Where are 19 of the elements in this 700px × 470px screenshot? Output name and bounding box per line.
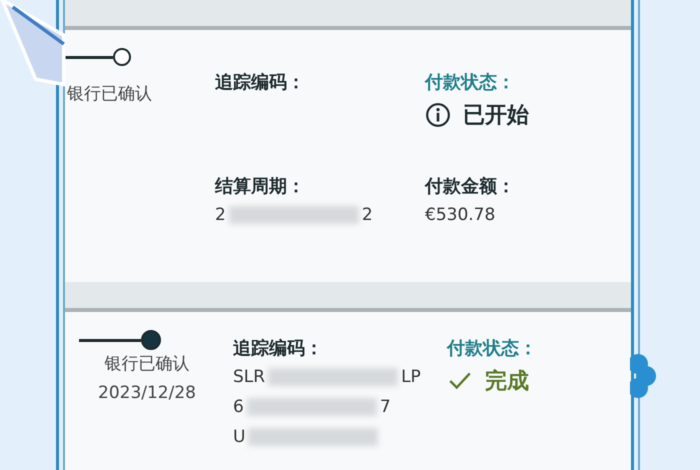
field-value: 2 [362,204,373,227]
step-label: 银行已确认 [66,83,152,106]
field-value: SLR [233,366,266,389]
step-label: 银行已确认 [104,353,190,376]
field-label: 追踪编码： [215,71,305,95]
field-label: 付款金额： [425,175,515,199]
field-value: €530.78 [425,204,496,227]
field-value: LP [401,366,421,389]
field-value: 2 [215,204,226,227]
field-value: U [233,426,246,449]
field-label: 追踪编码： [233,337,323,361]
status-text: 已开始 [463,102,529,130]
step-date: 2023/12/28 [98,382,196,405]
field-label: 结算周期： [215,175,305,199]
field-label: 付款状态： [447,337,537,361]
field-value: 7 [380,396,391,419]
field-label: 付款状态： [425,71,515,95]
field-value: 6 [233,396,244,419]
status-text: 完成 [485,368,529,396]
